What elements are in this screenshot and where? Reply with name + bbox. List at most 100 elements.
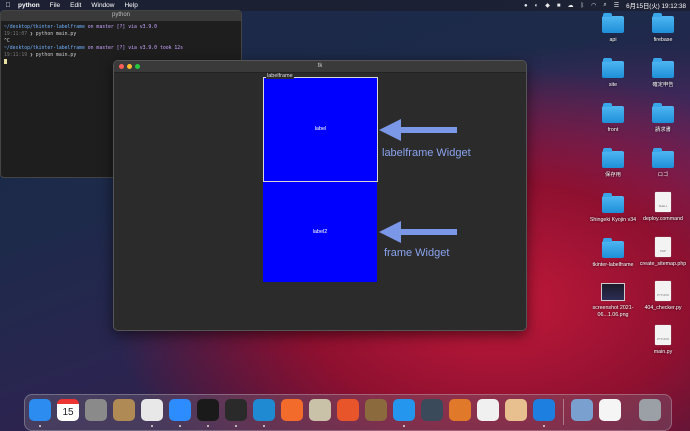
clock[interactable]: 6月15日(火) 19:12:38: [626, 1, 686, 10]
image-thumbnail-icon: [601, 283, 625, 301]
desktop-icon-tkinter-labelframe[interactable]: tkinter-labelframe: [588, 238, 638, 269]
running-indicator: [235, 425, 237, 427]
status-icon-2[interactable]: ◐: [535, 3, 539, 9]
system-preferences-icon[interactable]: [85, 399, 107, 421]
status-icon-1[interactable]: ●: [524, 3, 528, 9]
arrow-left-icon: [379, 119, 457, 141]
bluetooth-icon[interactable]: ᛒ: [581, 3, 585, 9]
folder-icon: [652, 13, 674, 33]
menu-edit[interactable]: Edit: [70, 2, 81, 9]
zoom-icon[interactable]: [169, 399, 191, 421]
chrome-icon[interactable]: [141, 399, 163, 421]
desktop-icon-deploy[interactable]: SHELL deploy.command: [638, 192, 688, 223]
desktop-icon-invoice[interactable]: 請求書: [638, 103, 688, 134]
desktop-icon-api[interactable]: api: [588, 13, 638, 44]
vpn-icon[interactable]: [477, 399, 499, 421]
folder-icon: [602, 13, 624, 33]
label-widget: label: [314, 126, 327, 132]
desktop-icon-shingeki[interactable]: Shingeki Kyojin v34: [588, 193, 638, 224]
annotation-frame: frame Widget: [384, 247, 450, 259]
desktop-icon-main-py[interactable]: PYTHON main.py: [638, 325, 688, 356]
terminal-titlebar[interactable]: python: [1, 11, 241, 21]
tk-window-title: tk: [317, 63, 323, 69]
folder-icon: [602, 58, 624, 78]
desktop-icon-404-checker[interactable]: PYTHON 404_checker.py: [638, 281, 688, 312]
contacts-icon[interactable]: [113, 399, 135, 421]
terminal-line: 19:11:07 ❯ python main.py: [4, 32, 77, 37]
annotation-labelframe: labelframe Widget: [382, 147, 471, 159]
search-icon[interactable]: ⌕: [603, 2, 606, 9]
folder-stack-icon[interactable]: [571, 399, 593, 421]
terminal-line: ~/desktop/tkinter-labelframe on master […: [4, 25, 158, 30]
document-icon[interactable]: [599, 399, 621, 421]
wifi-icon[interactable]: ◠: [591, 2, 596, 9]
apple-icon[interactable]: : [0, 2, 16, 9]
desktop-icon-label: site: [608, 82, 618, 88]
cloud-icon[interactable]: ☁: [568, 2, 574, 9]
desktop-icon-tax[interactable]: 確定申告: [638, 58, 688, 89]
desktop-icon-create-sitemap[interactable]: PHP create_sitemap.php: [638, 237, 688, 268]
terminal-line: ^C: [4, 39, 10, 44]
status-icon-3[interactable]: ◆: [545, 2, 550, 9]
trash-icon[interactable]: [639, 399, 661, 421]
arrow-left-icon: [379, 221, 457, 243]
sequel-icon[interactable]: [309, 399, 331, 421]
desktop-icon-firebase[interactable]: firebase: [638, 13, 688, 44]
desktop-icon-label: firebase: [653, 37, 673, 43]
running-indicator: [207, 425, 209, 427]
running-indicator: [151, 425, 153, 427]
activity-icon[interactable]: [337, 399, 359, 421]
terminal-icon[interactable]: [197, 399, 219, 421]
labelframe-widget: labelframe label: [263, 73, 378, 182]
vscode-icon[interactable]: [253, 399, 275, 421]
infinity-icon[interactable]: [533, 399, 555, 421]
quicktime-icon[interactable]: [421, 399, 443, 421]
calendar-icon[interactable]: 15: [57, 399, 79, 421]
python-file-icon: PYTHON: [655, 325, 671, 345]
shell-file-icon: SHELL: [655, 192, 671, 212]
running-indicator: [263, 425, 265, 427]
folder-icon: [652, 103, 674, 123]
menu-help[interactable]: Help: [124, 2, 137, 9]
safari-icon[interactable]: [281, 399, 303, 421]
running-indicator: [543, 425, 545, 427]
frame-widget: label2: [263, 182, 377, 282]
terminal-line: 19:11:19 ❯ python main.py: [4, 53, 77, 58]
desktop-icon-archive[interactable]: 保存用: [588, 148, 638, 179]
menu-file[interactable]: File: [50, 2, 60, 9]
archive-icon[interactable]: [365, 399, 387, 421]
control-center-icon[interactable]: ☰: [614, 2, 619, 9]
dock-divider: [563, 399, 564, 425]
running-indicator: [179, 425, 181, 427]
desktop-icon-label: 請求書: [655, 127, 671, 133]
terminal-line: ~/desktop/tkinter-labelframe on master […: [4, 46, 184, 51]
folder-icon: [602, 103, 624, 123]
desktop-icon-screenshot[interactable]: screenshot 2021-06...1.06.png: [588, 281, 638, 318]
desktop-icon-label: 404_checker.py: [644, 305, 682, 311]
desktop-icon-logo[interactable]: ロゴ: [638, 148, 688, 179]
finder-icon[interactable]: [29, 399, 51, 421]
dock: 15: [24, 394, 672, 431]
sourcetree-icon[interactable]: [449, 399, 471, 421]
terminal2-icon[interactable]: [225, 399, 247, 421]
menu-window[interactable]: Window: [91, 2, 114, 9]
desktop-icon-site[interactable]: site: [588, 58, 638, 89]
desktop-icon-front[interactable]: front: [588, 103, 638, 134]
status-icon-4[interactable]: ■: [557, 3, 561, 9]
python-file-icon: PYTHON: [655, 281, 671, 301]
folder-icon: [652, 58, 674, 78]
desktop-icon-label: 保存用: [605, 172, 621, 178]
tk-window[interactable]: tk labelframe label label2 labelframe Wi…: [113, 60, 527, 331]
desktop-icon-label: screenshot 2021-06...1.06.png: [592, 305, 634, 318]
menu-app-name[interactable]: python: [18, 2, 40, 9]
running-indicator: [403, 425, 405, 427]
desktop-icon-label: ロゴ: [657, 172, 669, 178]
status-area: ● ◐ ◆ ■ ☁ ᛒ ◠ ⌕ ☰ 6月15日(火) 19:12:38: [524, 0, 686, 11]
label2-widget: label2: [312, 229, 328, 235]
desktop-icon-label: deploy.command: [643, 216, 683, 222]
docker-icon[interactable]: [393, 399, 415, 421]
preview-icon[interactable]: [505, 399, 527, 421]
desktop-icon-label: create_sitemap.php: [639, 261, 687, 267]
tk-titlebar[interactable]: tk: [114, 61, 526, 73]
folder-icon: [602, 193, 624, 213]
